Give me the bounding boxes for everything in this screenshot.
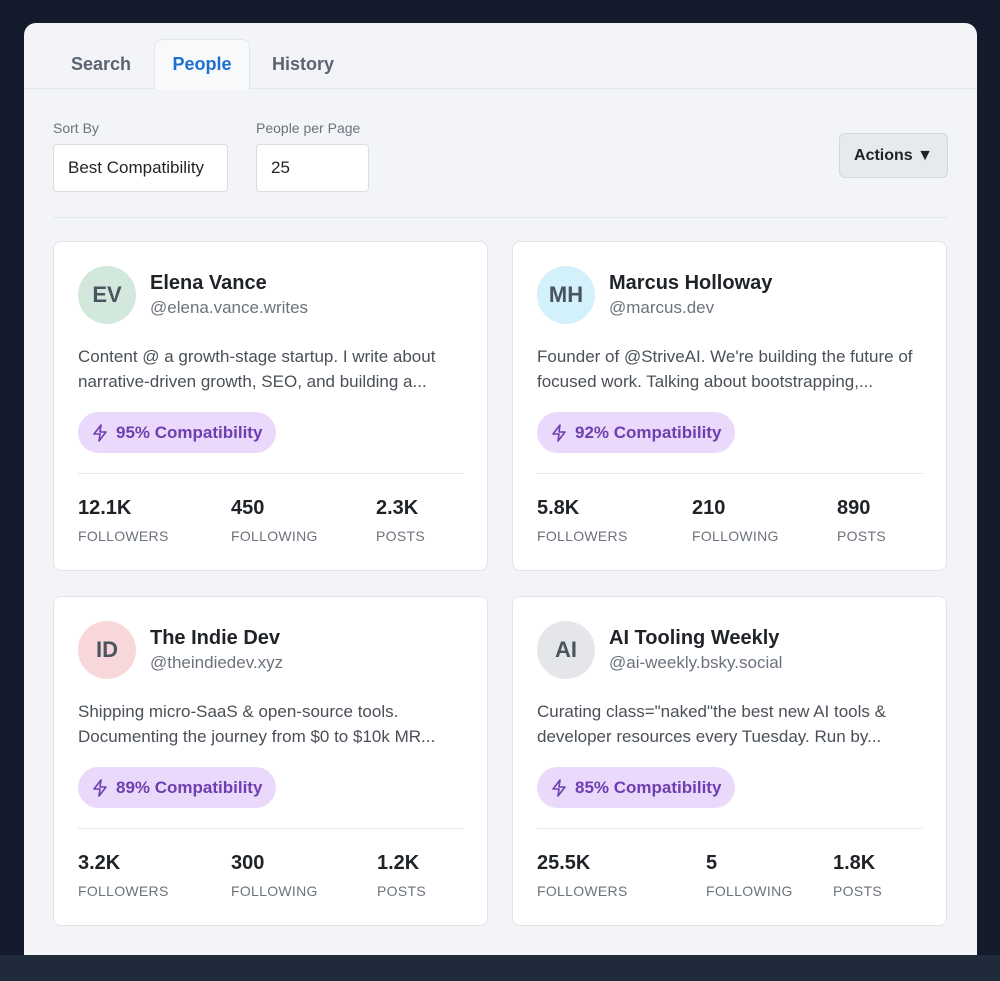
compatibility-text: 92% Compatibility [575, 422, 722, 442]
following-count: 300 [231, 852, 265, 874]
controls-divider [53, 217, 948, 218]
avatar: MH [537, 266, 595, 324]
followers-stat: 3.2K FOLLOWERS [78, 852, 169, 899]
person-card[interactable]: MH Marcus Holloway @marcus.dev Founder o… [512, 241, 947, 571]
posts-count: 2.3K [376, 497, 419, 519]
following-stat: 210 FOLLOWING [692, 497, 779, 544]
tab-people[interactable]: People [154, 39, 250, 90]
lightning-icon [552, 423, 566, 442]
posts-stat: 1.2K POSTS [377, 852, 426, 899]
card-divider [537, 473, 923, 474]
followers-label: FOLLOWERS [78, 883, 169, 899]
posts-stat: 2.3K POSTS [376, 497, 425, 544]
following-label: FOLLOWING [231, 528, 318, 544]
person-card[interactable]: ID The Indie Dev @theindiedev.xyz Shippi… [53, 596, 488, 926]
person-card[interactable]: AI AI Tooling Weekly @ai-weekly.bsky.soc… [512, 596, 947, 926]
sort-by-label: Sort By [53, 120, 99, 136]
posts-stat: 1.8K POSTS [833, 852, 882, 899]
lightning-icon [93, 778, 107, 797]
people-per-page-input[interactable]: 25 [256, 144, 369, 192]
followers-count: 25.5K [537, 852, 591, 874]
people-per-page-label: People per Page [256, 120, 361, 136]
following-label: FOLLOWING [706, 883, 793, 899]
person-bio: Shipping micro-SaaS & open-source tools.… [78, 702, 436, 746]
posts-label: POSTS [833, 883, 882, 899]
person-name[interactable]: Elena Vance [150, 272, 267, 295]
compatibility-badge: 85% Compatibility [537, 767, 736, 808]
avatar: ID [78, 621, 136, 679]
person-handle: @ai-weekly.bsky.social [609, 653, 783, 672]
people-panel: Search People History Sort By Best Compa… [24, 23, 977, 955]
followers-count: 12.1K [78, 497, 132, 519]
lightning-icon [552, 778, 566, 797]
following-label: FOLLOWING [692, 528, 779, 544]
followers-count: 5.8K [537, 497, 580, 519]
following-count: 450 [231, 497, 265, 519]
posts-label: POSTS [377, 883, 426, 899]
person-bio: Founder of @StriveAI. We're building the… [537, 347, 913, 391]
posts-count: 1.2K [377, 852, 420, 874]
posts-label: POSTS [837, 528, 886, 544]
followers-label: FOLLOWERS [537, 883, 628, 899]
compatibility-badge: 95% Compatibility [78, 412, 277, 453]
compatibility-text: 85% Compatibility [575, 777, 722, 797]
followers-stat: 5.8K FOLLOWERS [537, 497, 628, 544]
person-handle: @theindiedev.xyz [150, 653, 284, 672]
followers-label: FOLLOWERS [78, 528, 169, 544]
following-count: 210 [692, 497, 726, 519]
tab-history[interactable]: History [259, 39, 347, 89]
posts-stat: 890 POSTS [837, 497, 886, 544]
compatibility-badge: 92% Compatibility [537, 412, 736, 453]
person-bio: Curating class="naked"the best new AI to… [537, 702, 886, 746]
following-count: 5 [706, 852, 718, 874]
posts-label: POSTS [376, 528, 425, 544]
actions-button[interactable]: Actions ▼ [839, 133, 948, 178]
compatibility-text: 89% Compatibility [116, 777, 263, 797]
posts-count: 1.8K [833, 852, 876, 874]
following-stat: 450 FOLLOWING [231, 497, 318, 544]
followers-stat: 12.1K FOLLOWERS [78, 497, 169, 544]
sort-by-select[interactable]: Best Compatibility [53, 144, 228, 192]
compatibility-badge: 89% Compatibility [78, 767, 277, 808]
following-stat: 5 FOLLOWING [706, 852, 793, 899]
tab-search[interactable]: Search [57, 39, 145, 89]
compatibility-text: 95% Compatibility [116, 422, 263, 442]
person-name[interactable]: Marcus Holloway [609, 272, 772, 295]
avatar: EV [78, 266, 136, 324]
card-divider [78, 828, 464, 829]
person-bio: Content @ a growth-stage startup. I writ… [78, 347, 436, 391]
avatar: AI [537, 621, 595, 679]
followers-count: 3.2K [78, 852, 121, 874]
followers-stat: 25.5K FOLLOWERS [537, 852, 628, 899]
card-divider [78, 473, 464, 474]
posts-count: 890 [837, 497, 871, 519]
window-bottom-bar [0, 955, 1000, 981]
person-name[interactable]: The Indie Dev [150, 627, 280, 650]
person-handle: @marcus.dev [609, 298, 715, 317]
tab-bar: Search People History [24, 23, 977, 90]
card-divider [537, 828, 923, 829]
person-card[interactable]: EV Elena Vance @elena.vance.writes Conte… [53, 241, 488, 571]
following-label: FOLLOWING [231, 883, 318, 899]
followers-label: FOLLOWERS [537, 528, 628, 544]
person-name[interactable]: AI Tooling Weekly [609, 627, 779, 650]
following-stat: 300 FOLLOWING [231, 852, 318, 899]
person-handle: @elena.vance.writes [150, 298, 309, 317]
lightning-icon [93, 423, 107, 442]
